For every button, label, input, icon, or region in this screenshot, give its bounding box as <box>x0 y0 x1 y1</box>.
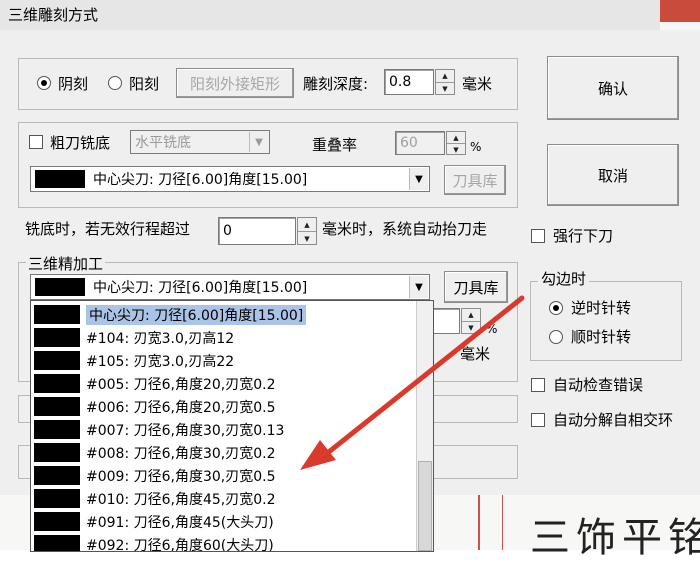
annotation-arrow-head <box>300 440 336 470</box>
annotation-arrow-icon <box>300 295 525 470</box>
annotation-arrow-shaft <box>322 295 525 458</box>
